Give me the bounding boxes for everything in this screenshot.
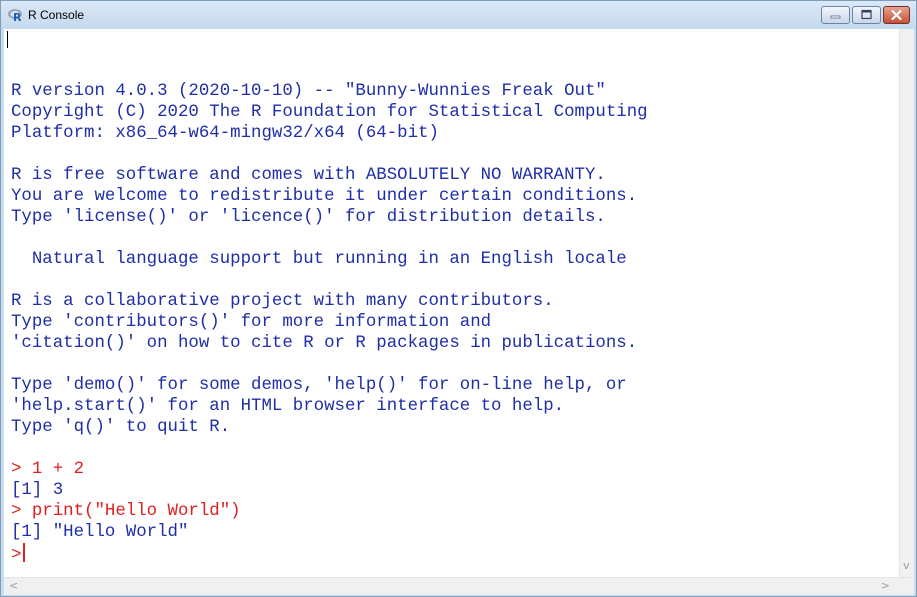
console-command-line: > print("Hello World") [11, 502, 241, 521]
text-cursor [7, 31, 8, 48]
minimize-icon [830, 15, 841, 19]
console-output[interactable]: R version 4.0.3 (2020-10-10) -- "Bunny-W… [4, 29, 899, 577]
vertical-scrollbar[interactable]: v [899, 29, 914, 577]
console-output-line: Type 'contributors()' for more informati… [11, 313, 492, 332]
console-output-line: Type 'q()' to quit R. [11, 418, 231, 437]
close-icon [891, 9, 902, 21]
r-console-window: R R Console R version 4.0.3 (2020-10-10)… [0, 0, 917, 597]
console-output-line: R version 4.0.3 (2020-10-10) -- "Bunny-W… [11, 82, 606, 101]
svg-text:R: R [13, 11, 22, 22]
console-result-line: [1] 3 [11, 481, 64, 500]
title-bar[interactable]: R R Console [1, 1, 916, 29]
console-output-line: 'citation()' on how to cite R or R packa… [11, 334, 638, 353]
console-output-line: R is a collaborative project with many c… [11, 292, 554, 311]
console-lines: R version 4.0.3 (2020-10-10) -- "Bunny-W… [11, 60, 648, 565]
prompt-symbol: > [11, 546, 22, 565]
console-prompt-line[interactable]: > [11, 543, 648, 565]
horizontal-scrollbar[interactable]: < > [4, 577, 914, 595]
console-output-line: Type 'demo()' for some demos, 'help()' f… [11, 376, 627, 395]
console-output-line: Copyright (C) 2020 The R Foundation for … [11, 103, 648, 122]
close-button[interactable] [883, 6, 910, 24]
window-title: R Console [28, 8, 85, 22]
console-output-line: Platform: x86_64-w64-mingw32/x64 (64-bit… [11, 124, 439, 143]
scroll-down-arrow-icon[interactable]: v [903, 558, 910, 574]
input-caret [23, 543, 26, 562]
console-output-line: Natural language support but running in … [11, 250, 627, 269]
minimize-button[interactable] [821, 6, 850, 24]
maximize-button[interactable] [852, 6, 881, 24]
console-output-line: Type 'license()' or 'licence()' for dist… [11, 208, 606, 227]
console-output-line: R is free software and comes with ABSOLU… [11, 166, 606, 185]
scroll-left-arrow-icon[interactable]: < [9, 578, 18, 594]
console-result-line: [1] "Hello World" [11, 523, 189, 542]
console-command-line: > 1 + 2 [11, 460, 85, 479]
scroll-right-arrow-icon[interactable]: > [881, 578, 890, 594]
console-client-area: R version 4.0.3 (2020-10-10) -- "Bunny-W… [4, 29, 914, 595]
window-controls [821, 6, 910, 24]
console-output-line: 'help.start()' for an HTML browser inter… [11, 397, 565, 416]
r-logo-icon: R [8, 9, 22, 22]
console-output-line: You are welcome to redistribute it under… [11, 187, 638, 206]
maximize-icon [861, 9, 872, 20]
